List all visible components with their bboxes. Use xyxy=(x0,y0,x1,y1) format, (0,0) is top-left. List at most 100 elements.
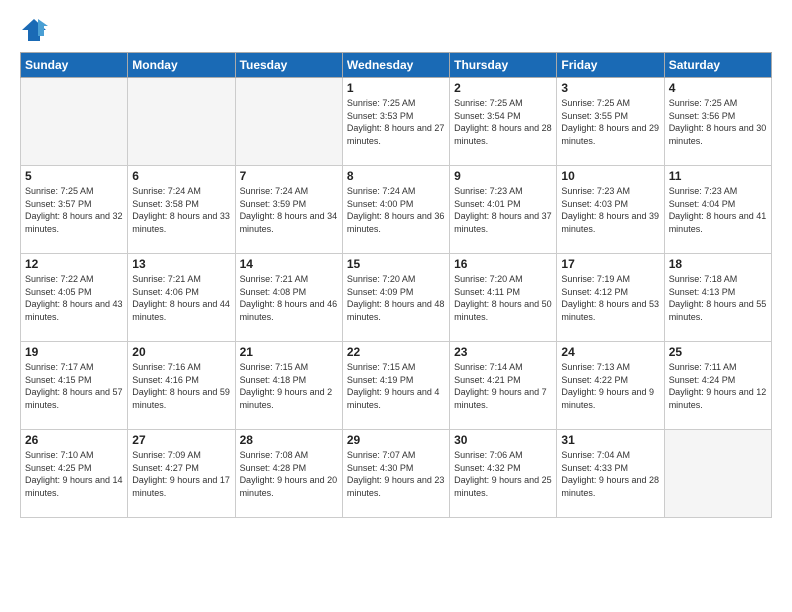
day-number: 15 xyxy=(347,257,445,271)
day-cell: 16 Sunrise: 7:20 AM Sunset: 4:11 PM Dayli… xyxy=(450,254,557,342)
day-cell: 4 Sunrise: 7:25 AM Sunset: 3:56 PM Daylig… xyxy=(664,78,771,166)
day-number: 18 xyxy=(669,257,767,271)
day-cell xyxy=(21,78,128,166)
day-cell: 1 Sunrise: 7:25 AM Sunset: 3:53 PM Daylig… xyxy=(342,78,449,166)
day-cell: 21Sunrise: 7:15 AM Sunset: 4:18 PM Dayli… xyxy=(235,342,342,430)
week-row-0: 1 Sunrise: 7:25 AM Sunset: 3:53 PM Daylig… xyxy=(21,78,772,166)
day-number: 29 xyxy=(347,433,445,447)
day-info: Sunrise: 7:04 AM Sunset: 4:33 PM Dayligh… xyxy=(561,449,659,499)
col-header-tuesday: Tuesday xyxy=(235,53,342,78)
day-number: 6 xyxy=(132,169,230,183)
day-info: Sunrise: 7:14 AM Sunset: 4:21 PM Dayligh… xyxy=(454,361,552,411)
day-info: Sunrise: 7:09 AM Sunset: 4:27 PM Dayligh… xyxy=(132,449,230,499)
day-cell: 14Sunrise: 7:21 AM Sunset: 4:08 PM Dayli… xyxy=(235,254,342,342)
day-number: 3 xyxy=(561,81,659,95)
day-info: Sunrise: 7:25 AM Sunset: 3:57 PM Dayligh… xyxy=(25,185,123,235)
day-cell: 10Sunrise: 7:23 AM Sunset: 4:03 PM Dayli… xyxy=(557,166,664,254)
day-number: 22 xyxy=(347,345,445,359)
day-number: 1 xyxy=(347,81,445,95)
header xyxy=(20,16,772,44)
day-number: 19 xyxy=(25,345,123,359)
day-info: Sunrise: 7:18 AM Sunset: 4:13 PM Dayligh… xyxy=(669,273,767,323)
day-info: Sunrise: 7:10 AM Sunset: 4:25 PM Dayligh… xyxy=(25,449,123,499)
day-number: 25 xyxy=(669,345,767,359)
header-row: SundayMondayTuesdayWednesdayThursdayFrid… xyxy=(21,53,772,78)
day-info: Sunrise: 7:15 AM Sunset: 4:19 PM Dayligh… xyxy=(347,361,445,411)
day-cell: 24 Sunrise: 7:13 AM Sunset: 4:22 PM Dayli… xyxy=(557,342,664,430)
logo-icon xyxy=(20,16,48,44)
day-info: Sunrise: 7:16 AM Sunset: 4:16 PM Dayligh… xyxy=(132,361,230,411)
day-cell: 8 Sunrise: 7:24 AM Sunset: 4:00 PM Daylig… xyxy=(342,166,449,254)
day-cell: 2 Sunrise: 7:25 AM Sunset: 3:54 PM Daylig… xyxy=(450,78,557,166)
day-cell: 26 Sunrise: 7:10 AM Sunset: 4:25 PM Dayli… xyxy=(21,430,128,518)
day-cell: 29 Sunrise: 7:07 AM Sunset: 4:30 PM Dayli… xyxy=(342,430,449,518)
day-number: 11 xyxy=(669,169,767,183)
day-info: Sunrise: 7:20 AM Sunset: 4:09 PM Dayligh… xyxy=(347,273,445,323)
day-info: Sunrise: 7:25 AM Sunset: 3:55 PM Dayligh… xyxy=(561,97,659,147)
day-cell: 22 Sunrise: 7:15 AM Sunset: 4:19 PM Dayli… xyxy=(342,342,449,430)
day-cell: 9 Sunrise: 7:23 AM Sunset: 4:01 PM Daylig… xyxy=(450,166,557,254)
day-number: 5 xyxy=(25,169,123,183)
day-number: 26 xyxy=(25,433,123,447)
col-header-sunday: Sunday xyxy=(21,53,128,78)
day-cell: 20 Sunrise: 7:16 AM Sunset: 4:16 PM Dayli… xyxy=(128,342,235,430)
day-number: 16 xyxy=(454,257,552,271)
day-cell: 17Sunrise: 7:19 AM Sunset: 4:12 PM Dayli… xyxy=(557,254,664,342)
day-info: Sunrise: 7:20 AM Sunset: 4:11 PM Dayligh… xyxy=(454,273,552,323)
day-number: 13 xyxy=(132,257,230,271)
logo xyxy=(20,16,52,44)
day-number: 10 xyxy=(561,169,659,183)
day-number: 8 xyxy=(347,169,445,183)
day-number: 23 xyxy=(454,345,552,359)
day-number: 28 xyxy=(240,433,338,447)
calendar-table: SundayMondayTuesdayWednesdayThursdayFrid… xyxy=(20,52,772,518)
day-cell: 5 Sunrise: 7:25 AM Sunset: 3:57 PM Daylig… xyxy=(21,166,128,254)
day-info: Sunrise: 7:23 AM Sunset: 4:01 PM Dayligh… xyxy=(454,185,552,235)
day-number: 20 xyxy=(132,345,230,359)
day-info: Sunrise: 7:21 AM Sunset: 4:08 PM Dayligh… xyxy=(240,273,338,323)
day-cell: 19 Sunrise: 7:17 AM Sunset: 4:15 PM Dayli… xyxy=(21,342,128,430)
day-info: Sunrise: 7:15 AM Sunset: 4:18 PM Dayligh… xyxy=(240,361,338,411)
day-info: Sunrise: 7:06 AM Sunset: 4:32 PM Dayligh… xyxy=(454,449,552,499)
day-info: Sunrise: 7:11 AM Sunset: 4:24 PM Dayligh… xyxy=(669,361,767,411)
day-cell xyxy=(235,78,342,166)
day-number: 24 xyxy=(561,345,659,359)
day-cell: 3 Sunrise: 7:25 AM Sunset: 3:55 PM Daylig… xyxy=(557,78,664,166)
week-row-4: 26 Sunrise: 7:10 AM Sunset: 4:25 PM Dayli… xyxy=(21,430,772,518)
day-cell xyxy=(128,78,235,166)
day-cell: 31Sunrise: 7:04 AM Sunset: 4:33 PM Dayli… xyxy=(557,430,664,518)
day-info: Sunrise: 7:23 AM Sunset: 4:04 PM Dayligh… xyxy=(669,185,767,235)
day-cell: 23 Sunrise: 7:14 AM Sunset: 4:21 PM Dayli… xyxy=(450,342,557,430)
day-info: Sunrise: 7:07 AM Sunset: 4:30 PM Dayligh… xyxy=(347,449,445,499)
day-cell: 12 Sunrise: 7:22 AM Sunset: 4:05 PM Dayli… xyxy=(21,254,128,342)
day-cell: 6 Sunrise: 7:24 AM Sunset: 3:58 PM Daylig… xyxy=(128,166,235,254)
day-info: Sunrise: 7:25 AM Sunset: 3:56 PM Dayligh… xyxy=(669,97,767,147)
day-info: Sunrise: 7:25 AM Sunset: 3:54 PM Dayligh… xyxy=(454,97,552,147)
day-info: Sunrise: 7:13 AM Sunset: 4:22 PM Dayligh… xyxy=(561,361,659,411)
day-cell: 30 Sunrise: 7:06 AM Sunset: 4:32 PM Dayli… xyxy=(450,430,557,518)
col-header-friday: Friday xyxy=(557,53,664,78)
day-cell: 11 Sunrise: 7:23 AM Sunset: 4:04 PM Dayli… xyxy=(664,166,771,254)
day-number: 9 xyxy=(454,169,552,183)
day-number: 12 xyxy=(25,257,123,271)
week-row-3: 19 Sunrise: 7:17 AM Sunset: 4:15 PM Dayli… xyxy=(21,342,772,430)
day-info: Sunrise: 7:22 AM Sunset: 4:05 PM Dayligh… xyxy=(25,273,123,323)
day-cell: 25 Sunrise: 7:11 AM Sunset: 4:24 PM Dayli… xyxy=(664,342,771,430)
day-number: 30 xyxy=(454,433,552,447)
day-info: Sunrise: 7:24 AM Sunset: 4:00 PM Dayligh… xyxy=(347,185,445,235)
day-number: 2 xyxy=(454,81,552,95)
day-number: 27 xyxy=(132,433,230,447)
col-header-wednesday: Wednesday xyxy=(342,53,449,78)
week-row-1: 5 Sunrise: 7:25 AM Sunset: 3:57 PM Daylig… xyxy=(21,166,772,254)
day-info: Sunrise: 7:25 AM Sunset: 3:53 PM Dayligh… xyxy=(347,97,445,147)
col-header-thursday: Thursday xyxy=(450,53,557,78)
day-info: Sunrise: 7:24 AM Sunset: 3:58 PM Dayligh… xyxy=(132,185,230,235)
day-cell: 7Sunrise: 7:24 AM Sunset: 3:59 PM Daylig… xyxy=(235,166,342,254)
day-cell xyxy=(664,430,771,518)
day-cell: 27 Sunrise: 7:09 AM Sunset: 4:27 PM Dayli… xyxy=(128,430,235,518)
day-cell: 13Sunrise: 7:21 AM Sunset: 4:06 PM Dayli… xyxy=(128,254,235,342)
day-cell: 28Sunrise: 7:08 AM Sunset: 4:28 PM Dayli… xyxy=(235,430,342,518)
col-header-monday: Monday xyxy=(128,53,235,78)
day-info: Sunrise: 7:17 AM Sunset: 4:15 PM Dayligh… xyxy=(25,361,123,411)
day-number: 4 xyxy=(669,81,767,95)
